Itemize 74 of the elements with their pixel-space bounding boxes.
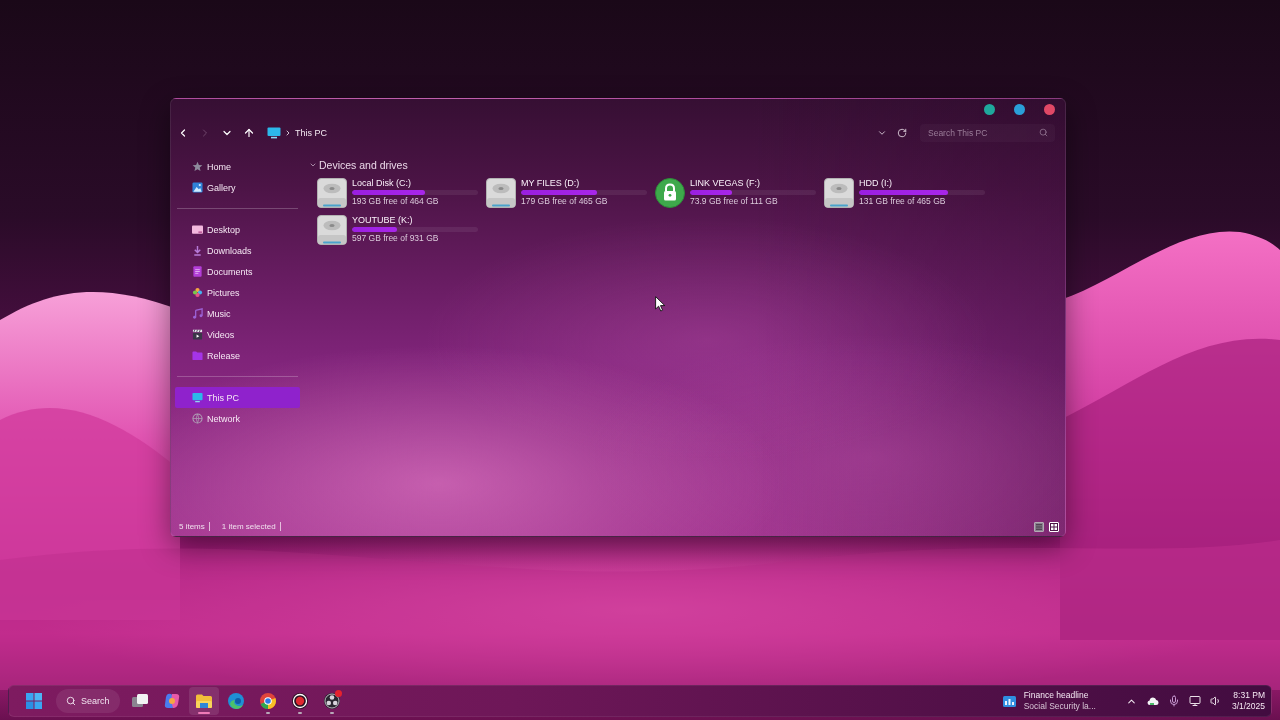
clock-time: 8:31 PM [1233, 690, 1265, 701]
free-space-text: 179 GB free of 465 GB [521, 196, 609, 207]
colorful-swirl-icon [162, 692, 181, 710]
search-icon [1039, 128, 1048, 137]
breadcrumb-item[interactable]: This PC [295, 128, 327, 138]
sidebar-item[interactable]: Gallery [175, 177, 300, 198]
sidebar-item[interactable]: Home [175, 156, 300, 177]
news-subtitle: Social Security la... [1023, 701, 1096, 712]
free-space-text: 131 GB free of 465 GB [859, 196, 947, 207]
record-icon [290, 692, 309, 710]
sidebar-item[interactable]: Release [175, 345, 300, 366]
section-header[interactable]: Devices and drives [309, 157, 408, 173]
chevron-right-icon [284, 129, 292, 137]
status-text: 5 items [179, 522, 205, 531]
chevron-down-icon [877, 128, 887, 138]
search-icon [66, 696, 76, 706]
monitor-icon [267, 127, 281, 139]
monitor-icon [1188, 695, 1201, 707]
search-button[interactable]: Search [56, 689, 120, 713]
sidebar-item[interactable]: Videos [175, 324, 300, 345]
swirl-circle-icon [226, 692, 245, 710]
sidebar-item[interactable]: Network [175, 408, 300, 429]
free-space-text: 193 GB free of 464 GB [352, 196, 440, 207]
four-squares-icon [26, 693, 42, 709]
free-space-text: 73.9 GB free of 111 GB [690, 196, 779, 207]
overlapping-squares-icon [130, 692, 149, 710]
grid-squares-icon [1051, 523, 1057, 530]
hard-drive-icon [486, 177, 516, 208]
hard-drive-icon [317, 214, 347, 245]
sidebar-item[interactable]: Downloads [175, 240, 300, 261]
padlock-icon [655, 177, 685, 208]
globe-icon [192, 413, 203, 424]
sidebar-item[interactable]: Pictures [175, 282, 300, 303]
list-lines-icon [1036, 523, 1042, 530]
window-control-button[interactable] [1014, 104, 1025, 115]
drive-name: MY FILES (D:) [521, 178, 581, 189]
mouse-pointer-icon [655, 296, 666, 312]
sidebar-item[interactable]: Documents [175, 261, 300, 282]
folder-icon [194, 692, 213, 710]
desktop-icon [192, 224, 203, 235]
flower-icon [192, 287, 203, 298]
free-space-text: 597 GB free of 931 GB [352, 233, 440, 244]
hard-drive-icon [824, 177, 854, 208]
clapperboard-icon [192, 329, 203, 340]
sidebar-item[interactable]: Music [175, 303, 300, 324]
speaker-icon [1209, 695, 1222, 707]
window-control-button[interactable] [984, 104, 995, 115]
refresh-icon [897, 128, 907, 138]
cloud-icon [1146, 696, 1159, 706]
document-icon [192, 266, 203, 277]
music-note-icon [192, 308, 203, 319]
picture-icon [192, 182, 203, 193]
window-control-button[interactable] [1044, 104, 1055, 115]
monitor-icon [192, 392, 203, 403]
star-icon [192, 161, 203, 172]
hard-drive-icon [317, 177, 347, 208]
clock-date: 3/1/2025 [1231, 701, 1265, 712]
drive-name: HDD (I:) [859, 178, 893, 189]
sidebar-item[interactable]: This PC [175, 387, 300, 408]
download-arrow-icon [192, 245, 203, 256]
drive-name: LINK VEGAS (F:) [690, 178, 761, 189]
news-headline[interactable]: Finance headline [1023, 690, 1096, 701]
circle-blobs-icon [322, 692, 341, 710]
segmented-circle-icon [258, 692, 277, 710]
sidebar-item[interactable]: Desktop [175, 219, 300, 240]
drive-name: YOUTUBE (K:) [352, 215, 414, 226]
chart-tile-icon [1002, 695, 1016, 707]
microphone-icon [1167, 695, 1180, 707]
status-text: 1 item selected [221, 522, 276, 531]
chevron-down-icon [309, 161, 317, 169]
drive-name: Local Disk (C:) [352, 178, 412, 189]
view-toggle-button[interactable] [1034, 521, 1044, 532]
file-explorer-button[interactable] [188, 687, 219, 715]
folder-icon [192, 350, 203, 361]
